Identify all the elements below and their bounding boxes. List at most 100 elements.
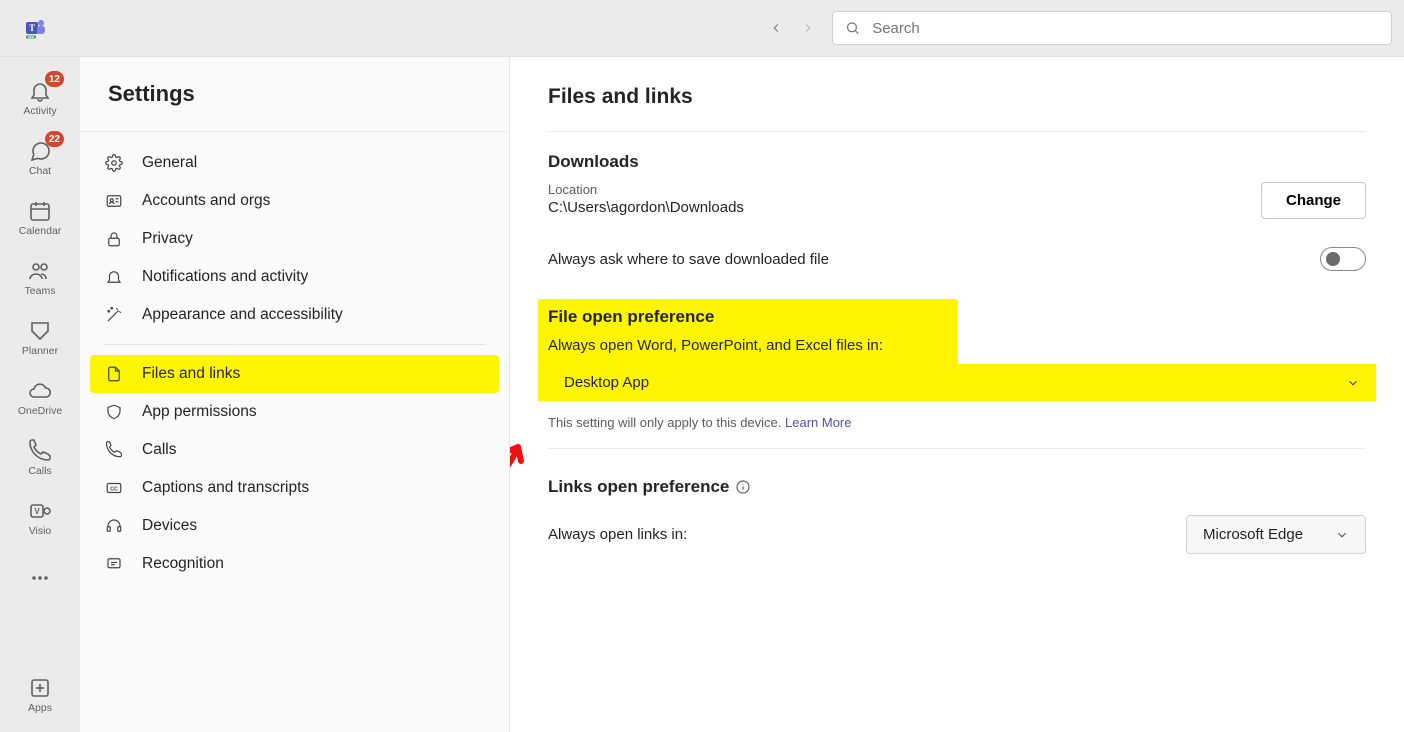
file-icon (104, 365, 124, 383)
nav-notifications[interactable]: Notifications and activity (90, 258, 499, 296)
planner-icon (28, 319, 52, 343)
downloads-section: Downloads Location C:\Users\agordon\Down… (548, 152, 1366, 271)
rail-onedrive[interactable]: OneDrive (6, 369, 74, 427)
learn-more-link[interactable]: Learn More (785, 415, 851, 430)
cc-icon: CC (104, 479, 124, 497)
location-value: C:\Users\agordon\Downloads (548, 199, 744, 216)
more-icon (28, 566, 52, 590)
file-open-dropdown[interactable]: Desktop App (538, 364, 1376, 401)
settings-sidebar: Settings General Accounts and orgs Priva… (80, 57, 510, 732)
nav-privacy[interactable]: Privacy (90, 220, 499, 258)
nav-captions[interactable]: CC Captions and transcripts (90, 469, 499, 507)
svg-text:CC: CC (110, 486, 118, 492)
nav-devices[interactable]: Devices (90, 507, 499, 545)
nav-back-button[interactable] (764, 16, 788, 40)
file-open-section: File open preference Always open Word, P… (548, 299, 1366, 449)
search-icon (845, 20, 860, 36)
nav-appearance[interactable]: Appearance and accessibility (90, 296, 499, 334)
people-icon (28, 259, 52, 283)
shield-icon (104, 403, 124, 421)
rail-apps[interactable]: Apps (6, 666, 74, 724)
page-title: Files and links (548, 57, 1366, 132)
search-input[interactable] (872, 20, 1379, 37)
nav-files-and-links[interactable]: Files and links (90, 355, 499, 393)
rail-label: Calendar (19, 225, 62, 237)
nav-general[interactable]: General (90, 144, 499, 182)
file-open-help: This setting will only apply to this dev… (548, 415, 1366, 430)
nav-label: Calls (142, 441, 176, 459)
svg-text:T: T (29, 23, 35, 33)
activity-badge: 12 (45, 71, 64, 87)
rail-label: Teams (25, 285, 56, 297)
rail-label: Planner (22, 345, 58, 357)
always-ask-label: Always ask where to save downloaded file (548, 251, 829, 268)
nav-calls[interactable]: Calls (90, 431, 499, 469)
visio-icon: V (28, 499, 52, 523)
nav-label: Privacy (142, 230, 193, 248)
bell-outline-icon (104, 268, 124, 286)
nav-recognition[interactable]: Recognition (90, 545, 499, 583)
calendar-icon (28, 199, 52, 223)
svg-text:V: V (34, 507, 40, 516)
nav-label: General (142, 154, 197, 172)
location-label: Location (548, 182, 744, 197)
links-open-heading: Links open preference (548, 477, 1366, 497)
nav-label: Appearance and accessibility (142, 306, 343, 324)
annotation-arrow (510, 427, 548, 507)
rail-visio[interactable]: V Visio (6, 489, 74, 547)
headset-icon (104, 517, 124, 535)
chat-badge: 22 (45, 131, 64, 147)
rail-activity[interactable]: 12 Activity (6, 69, 74, 127)
rail-chat[interactable]: 22 Chat (6, 129, 74, 187)
change-button[interactable]: Change (1261, 182, 1366, 219)
nav-divider (104, 344, 485, 345)
links-open-dropdown[interactable]: Microsoft Edge (1186, 515, 1366, 554)
nav-label: Accounts and orgs (142, 192, 270, 210)
apps-icon (28, 676, 52, 700)
wand-icon (104, 306, 124, 324)
downloads-heading: Downloads (548, 152, 1366, 172)
rail-teams[interactable]: Teams (6, 249, 74, 307)
always-ask-toggle[interactable] (1320, 247, 1366, 271)
teams-logo-icon: T NEW (12, 16, 60, 40)
file-open-sub: Always open Word, PowerPoint, and Excel … (548, 337, 948, 354)
cloud-icon (28, 379, 52, 403)
info-icon[interactable] (735, 479, 751, 495)
id-card-icon (104, 192, 124, 210)
toggle-knob (1326, 252, 1340, 266)
nav-forward-button[interactable] (796, 16, 820, 40)
rail-label: Activity (23, 105, 56, 117)
rail-label: Apps (28, 702, 52, 714)
nav-accounts[interactable]: Accounts and orgs (90, 182, 499, 220)
rail-label: Calls (28, 465, 51, 477)
badge-icon (104, 555, 124, 573)
rail-more[interactable] (6, 549, 74, 607)
nav-label: App permissions (142, 403, 257, 421)
rail-label: Visio (29, 525, 52, 537)
nav-label: Devices (142, 517, 197, 535)
file-open-selected: Desktop App (564, 374, 649, 391)
gear-icon (104, 154, 124, 172)
phone-icon (28, 439, 52, 463)
chevron-down-icon (1335, 528, 1349, 542)
lock-icon (104, 230, 124, 248)
file-open-heading: File open preference (548, 307, 948, 327)
phone-outline-icon (104, 441, 124, 459)
nav-label: Files and links (142, 365, 240, 383)
rail-planner[interactable]: Planner (6, 309, 74, 367)
section-divider (548, 448, 1366, 449)
nav-app-permissions[interactable]: App permissions (90, 393, 499, 431)
app-rail: 12 Activity 22 Chat Calendar Teams Plann… (0, 57, 80, 732)
nav-label: Notifications and activity (142, 268, 308, 286)
svg-text:NEW: NEW (28, 35, 35, 39)
rail-calendar[interactable]: Calendar (6, 189, 74, 247)
rail-label: Chat (29, 165, 51, 177)
search-box[interactable] (832, 11, 1392, 45)
settings-title: Settings (80, 57, 509, 132)
titlebar: T NEW (0, 0, 1404, 57)
nav-label: Captions and transcripts (142, 479, 309, 497)
rail-label: OneDrive (18, 405, 62, 417)
rail-calls[interactable]: Calls (6, 429, 74, 487)
links-open-selected: Microsoft Edge (1203, 526, 1303, 543)
settings-content: Files and links Downloads Location C:\Us… (510, 57, 1404, 732)
